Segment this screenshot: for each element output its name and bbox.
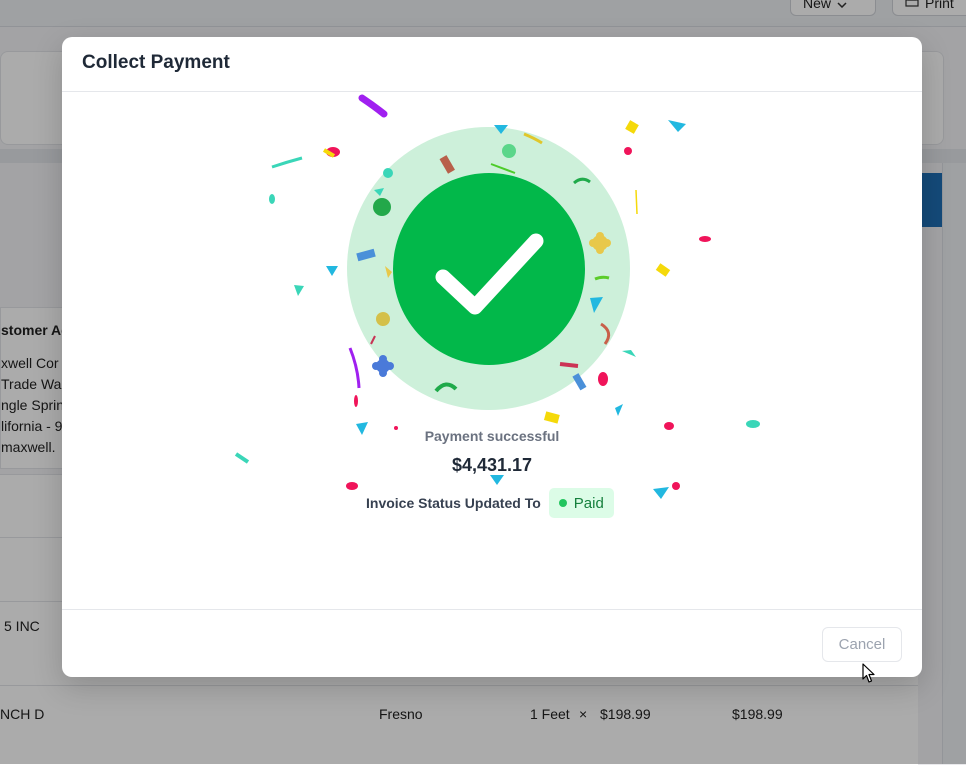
invoice-status-label: Invoice Status Updated To	[366, 495, 541, 511]
collect-payment-dialog: Collect Payment Payment successful $4,43…	[62, 37, 922, 677]
payment-status-text: Payment successful	[424, 428, 560, 444]
cancel-button[interactable]: Cancel	[822, 627, 902, 662]
status-badge: Paid	[548, 488, 614, 518]
dialog-footer: Cancel	[62, 609, 922, 677]
mouse-pointer-icon	[862, 663, 875, 683]
confetti-decoration	[234, 94, 760, 499]
dialog-header: Collect Payment	[62, 37, 922, 92]
status-badge-label: Paid	[573, 494, 604, 512]
dialog-body: Payment successful $4,431.17 Invoice Sta…	[62, 92, 922, 609]
payment-amount: $4,431.17	[451, 455, 533, 475]
status-dot-icon	[558, 499, 567, 507]
dialog-title: Collect Payment	[82, 52, 230, 73]
invoice-status-line: Invoice Status Updated To Paid	[366, 488, 614, 518]
